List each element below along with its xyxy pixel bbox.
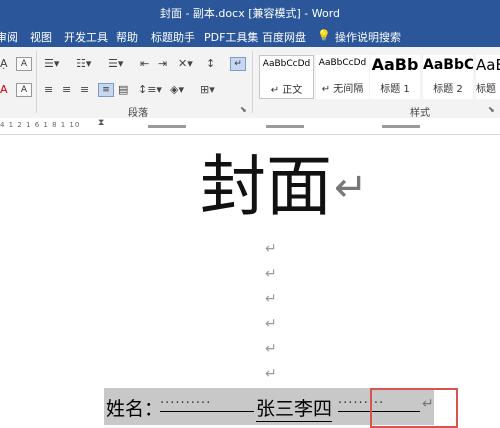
- tab-review[interactable]: 审阅: [0, 29, 18, 45]
- style-no-spacing[interactable]: AaBbCcDd ↵ 无间隔: [316, 55, 369, 99]
- window-title: 封面 - 副本.docx [兼容模式] - Word: [159, 7, 341, 20]
- ruler-tab-block: [148, 125, 186, 128]
- tab-view[interactable]: 视图: [30, 29, 52, 45]
- style-name: 标题 2: [433, 84, 463, 95]
- style-name: ↵ 正文: [270, 85, 303, 96]
- style-name: ↵ 无间隔: [321, 84, 364, 95]
- tab-help[interactable]: 帮助: [116, 29, 138, 45]
- ribbon: Ạ A A A ☰▾ ☷▾ ☰▾ ⇤ ⇥ ✕▾ ↕ ↵ ≡ ≡ ≡ ≡ ▤ ↕≡…: [0, 47, 500, 119]
- horizontal-ruler[interactable]: 4 1 2 1 6 1 8 1 10 ⧗: [0, 118, 500, 135]
- tab-title-helper[interactable]: 标题助手: [151, 29, 195, 45]
- style-sample: AaBbCcDd: [318, 58, 367, 68]
- align-center-icon[interactable]: ≡: [62, 83, 71, 97]
- style-name: 标题: [476, 84, 496, 95]
- shading-icon[interactable]: ◈▾: [170, 83, 184, 97]
- paragraph-group-label: 段落: [128, 108, 148, 119]
- line-spacing-icon[interactable]: ↕≡▾: [138, 83, 162, 97]
- cover-heading[interactable]: 封面: [200, 149, 332, 225]
- increase-indent-icon[interactable]: ⇥: [158, 57, 167, 71]
- style-sample: AaB: [476, 56, 500, 74]
- style-sample: AaBbC: [423, 57, 473, 73]
- show-marks-button[interactable]: ↵: [230, 57, 246, 71]
- style-heading-2[interactable]: AaBbC 标题 2: [423, 55, 473, 99]
- paragraph-mark: ↵: [265, 316, 277, 332]
- paragraph-mark: ↵: [265, 341, 277, 357]
- group-separator: [252, 51, 253, 113]
- name-label: 姓名：: [106, 398, 164, 420]
- char-shading-icon[interactable]: A: [16, 83, 32, 97]
- style-normal[interactable]: AaBbCcDd ↵ 正文: [259, 55, 314, 99]
- ruler-numbers: 4 1 2 1 6 1 8 1 10: [0, 121, 81, 129]
- borders-icon[interactable]: ⊞▾: [200, 83, 215, 97]
- style-sample: AaBbCcDd: [262, 59, 311, 69]
- name-value[interactable]: 张三李四: [256, 394, 333, 422]
- group-separator: [36, 51, 37, 113]
- text-effect-icon[interactable]: A: [0, 83, 8, 97]
- paragraph-mark: ↵: [265, 366, 277, 382]
- style-title[interactable]: AaB 标题: [476, 55, 500, 99]
- lightbulb-icon: 💡: [317, 29, 331, 42]
- char-border-icon[interactable]: A: [16, 57, 32, 71]
- distributed-icon[interactable]: ▤: [118, 83, 128, 97]
- paragraph-mark: ↵: [265, 241, 277, 257]
- paragraph-mark: ↵: [265, 266, 277, 282]
- leader-dots: ··········: [160, 396, 254, 412]
- paragraph-dialog-launcher-icon[interactable]: ⬊: [240, 105, 247, 114]
- style-name: 标题 1: [380, 84, 410, 95]
- sort-icon[interactable]: ↕: [206, 57, 215, 71]
- menu-bar: 审阅 视图 开发工具 帮助 标题助手 PDF工具集 百度网盘 💡 操作说明搜索: [0, 25, 500, 47]
- document-page[interactable]: 封面 ↵ ↵ ↵ ↵ ↵ ↵ ↵ 姓名： ·········· 张三李四 ···…: [0, 135, 500, 425]
- multilevel-list-icon[interactable]: ☰▾: [108, 57, 123, 71]
- highlight-annotation-box: [370, 388, 458, 428]
- ruler-tab-block: [382, 125, 420, 128]
- paragraph-mark: ↵: [334, 165, 368, 211]
- style-sample: AaBb: [371, 55, 419, 74]
- title-bar: 封面 - 副本.docx [兼容模式] - Word: [0, 0, 500, 25]
- indent-marker-icon[interactable]: ⧗: [98, 118, 104, 128]
- tell-me-search[interactable]: 操作说明搜索: [335, 29, 401, 45]
- styles-dialog-launcher-icon[interactable]: ⬊: [488, 105, 495, 114]
- font-color-icon[interactable]: Ạ: [0, 57, 8, 71]
- ruler-tab-block: [266, 125, 304, 128]
- tab-baidu-netdisk[interactable]: 百度网盘: [262, 29, 306, 45]
- decrease-indent-icon[interactable]: ⇤: [140, 57, 149, 71]
- asian-layout-icon[interactable]: ✕▾: [178, 57, 193, 71]
- align-right-icon[interactable]: ≡: [80, 83, 89, 97]
- tab-pdf-tools[interactable]: PDF工具集: [204, 29, 258, 45]
- styles-group-label: 样式: [410, 108, 430, 119]
- align-left-icon[interactable]: ≡: [44, 83, 53, 97]
- justify-button[interactable]: ≡: [98, 83, 114, 97]
- bullets-icon[interactable]: ☰▾: [44, 57, 59, 71]
- paragraph-mark: ↵: [265, 291, 277, 307]
- tab-developer[interactable]: 开发工具: [64, 29, 108, 45]
- style-heading-1[interactable]: AaBb 标题 1: [370, 55, 420, 99]
- numbering-icon[interactable]: ☷▾: [76, 57, 91, 71]
